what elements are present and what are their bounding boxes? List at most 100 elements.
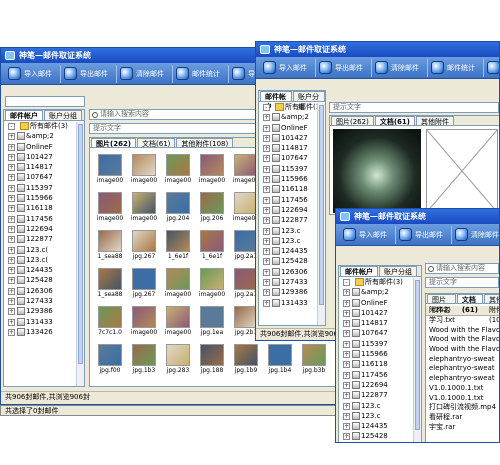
tree-item-mail-account[interactable]: + &amp;2 — [339, 287, 421, 297]
tree-item-mail-account[interactable]: +122694 — [259, 205, 325, 215]
image-thumbnail[interactable]: 1_6e1f — [198, 230, 226, 264]
expand-icon[interactable]: + — [263, 114, 270, 122]
mail-stats-button[interactable]: 邮件统计 — [172, 64, 226, 83]
tree-item-mail-account[interactable]: +101427 — [339, 308, 421, 318]
expand-icon[interactable]: + — [263, 289, 270, 297]
image-thumbnail[interactable]: jpg.1ea — [198, 306, 226, 340]
image-thumbnail[interactable]: image00 — [164, 268, 192, 302]
document-list-item[interactable]: 打口碑引流视频.mp4 — [426, 403, 499, 413]
expand-icon[interactable]: + — [8, 143, 15, 151]
tree-item-mail-account[interactable]: +115397 — [4, 183, 84, 193]
tab-images[interactable]: 图片(262) — [331, 116, 374, 126]
expand-icon[interactable]: + — [343, 433, 350, 441]
expand-icon[interactable]: + — [8, 267, 15, 275]
tree-item-mail-account[interactable]: + OnlineF — [339, 298, 421, 308]
tab-documents[interactable]: 文档(61) — [374, 116, 415, 126]
expand-icon[interactable]: + — [263, 165, 270, 173]
tree-item-mail-account[interactable]: +126306 — [4, 286, 84, 296]
tree-item-mail-account[interactable]: +124435 — [259, 246, 325, 256]
image-thumbnail[interactable]: image00 — [130, 154, 158, 188]
image-thumbnail[interactable]: image00 — [164, 154, 192, 188]
tree-item-mail-account[interactable]: +117456 — [339, 370, 421, 380]
expand-icon[interactable]: + — [8, 205, 15, 213]
document-list-item[interactable]: Wood with the Flavor — [426, 326, 499, 336]
tab-other[interactable]: 其他附件(108) — [176, 138, 234, 148]
tab-accounts[interactable]: 邮件帐户 — [340, 266, 378, 276]
import-mail-button[interactable]: 导入邮件 — [340, 226, 393, 244]
image-thumbnail[interactable]: image00 — [96, 192, 124, 226]
expand-icon[interactable]: + — [343, 392, 350, 400]
tree-item-mail-account[interactable]: +116118 — [259, 184, 325, 194]
tree-item-mail-account[interactable]: + OnlineF — [259, 123, 325, 133]
tree-item-mail-account[interactable]: +123.c — [259, 236, 325, 246]
collapse-icon[interactable]: - — [8, 123, 15, 130]
image-thumbnail[interactable]: 1_6e1f — [164, 230, 192, 264]
expand-icon[interactable]: + — [263, 248, 270, 256]
expand-icon[interactable]: + — [343, 351, 350, 359]
expand-icon[interactable]: + — [263, 176, 270, 184]
tab-groups[interactable]: 账户分组 — [293, 91, 325, 111]
expand-icon[interactable]: + — [343, 299, 350, 307]
tree-item-mail-account[interactable]: +123.c — [259, 226, 325, 236]
tree-item-mail-account[interactable]: +107647 — [339, 328, 421, 338]
tab-groups[interactable]: 账户分组 — [379, 266, 417, 276]
expand-icon[interactable]: + — [8, 287, 15, 295]
expand-icon[interactable]: + — [263, 227, 270, 235]
tree-item-mail-account[interactable]: +123.c( — [4, 255, 84, 265]
expand-icon[interactable]: + — [263, 217, 270, 225]
tab-accounts[interactable]: 邮件帐户 — [5, 110, 43, 120]
collapse-icon[interactable]: - — [343, 279, 350, 286]
tree-item-mail-account[interactable]: +123.c( — [4, 245, 84, 255]
image-thumbnail[interactable]: 7c7c1.0 — [96, 306, 124, 340]
expand-icon[interactable]: + — [343, 330, 350, 338]
tree-item-mail-account[interactable]: +101427 — [4, 152, 84, 162]
expand-icon[interactable]: + — [343, 320, 350, 328]
tab-documents[interactable]: 文档(61) — [137, 138, 176, 148]
expand-icon[interactable]: + — [343, 402, 350, 410]
tree-item-mail-account[interactable]: + &amp;2 — [259, 112, 325, 122]
document-list-item[interactable]: elephantryo-sweat — [426, 355, 499, 365]
tree-root-all-mail[interactable]: - 所有邮件(3) — [339, 277, 421, 287]
image-thumbnail[interactable]: jpg.267 — [130, 230, 158, 264]
clear-mail-button[interactable]: 清除邮件 — [371, 58, 425, 77]
expand-icon[interactable]: + — [263, 299, 270, 307]
tree-root-all-mail[interactable]: - 所有邮件(3) — [259, 102, 325, 112]
document-list-item[interactable]: elephantryo-sweat — [426, 374, 499, 384]
tree-item-mail-account[interactable]: +122877 — [259, 215, 325, 225]
clear-mail-button[interactable]: 清除邮件 — [116, 64, 170, 83]
export-mail-button[interactable]: 导出邮件 — [60, 64, 114, 83]
import-mail-button[interactable]: 导入邮件 — [5, 65, 58, 83]
document-list-item[interactable]: V1.0.1000.1.txt — [426, 394, 499, 404]
expand-icon[interactable]: + — [8, 256, 15, 264]
expand-icon[interactable]: + — [8, 164, 15, 172]
image-thumbnail[interactable]: jpg.206 — [198, 192, 226, 226]
image-thumbnail[interactable]: image00 — [198, 268, 226, 302]
tab-images[interactable]: 图片(262) — [427, 294, 456, 314]
tree-item-mail-account[interactable]: + OnlineF — [4, 142, 84, 152]
tree-item-mail-account[interactable]: +122694 — [339, 380, 421, 390]
document-list-item[interactable]: elephantryo-sweat — [426, 364, 499, 374]
document-list-item[interactable]: 宇宝.rar — [426, 423, 499, 433]
tree-item-mail-account[interactable]: +117456 — [259, 195, 325, 205]
tree-item-mail-account[interactable]: +116118 — [4, 203, 84, 213]
expand-icon[interactable]: + — [8, 225, 15, 233]
export-mail-button[interactable]: 导出邮件 — [395, 225, 449, 244]
image-thumbnail[interactable]: jpg.283 — [164, 344, 192, 378]
expand-icon[interactable]: + — [343, 309, 350, 317]
tree-item-mail-account[interactable]: +123.c — [339, 411, 421, 421]
tree-scrollbar[interactable] — [317, 103, 325, 325]
import-case-button[interactable]: 导入案例 — [483, 58, 499, 77]
tab-other[interactable]: 其他附件 — [415, 116, 454, 126]
tree-item-mail-account[interactable]: +107647 — [259, 153, 325, 163]
expand-icon[interactable]: + — [263, 268, 270, 276]
tree-item-mail-account[interactable]: +122877 — [339, 390, 421, 400]
tree-item-mail-account[interactable]: +131433 — [4, 317, 84, 327]
image-thumbnail[interactable]: jpg.1b3 — [130, 344, 158, 378]
tree-item-mail-account[interactable]: +116118 — [339, 359, 421, 369]
tree-item-mail-account[interactable]: + &amp;2 — [4, 131, 84, 141]
expand-icon[interactable]: + — [8, 318, 15, 326]
tree-item-mail-account[interactable]: +124435 — [4, 265, 84, 275]
tree-scrollbar[interactable] — [76, 122, 84, 386]
tree-item-mail-account[interactable]: +122694 — [4, 224, 84, 234]
image-thumbnail[interactable]: image00 — [130, 192, 158, 226]
